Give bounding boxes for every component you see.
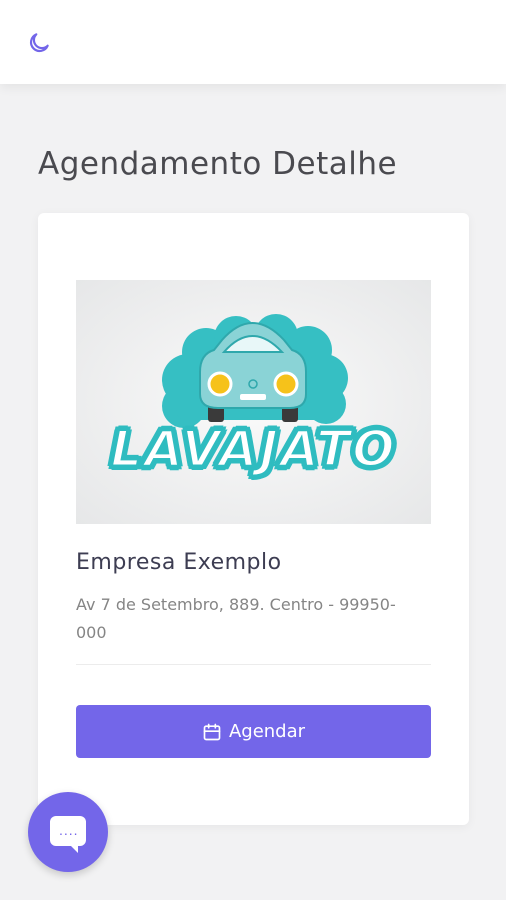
page-title: Agendamento Detalhe [38,146,398,182]
chat-dots: .... [59,822,79,838]
calendar-icon [203,723,221,740]
chat-icon: .... [50,816,86,853]
company-name: Empresa Exemplo [76,550,282,575]
chat-launcher-button[interactable]: .... [28,792,108,872]
company-card: LAVAJATO Empresa Exemplo Av 7 de Setembr… [38,213,469,825]
car-wash-logo [162,314,348,428]
divider [76,664,431,665]
schedule-button[interactable]: Agendar [76,705,431,758]
company-address: Av 7 de Setembro, 889. Centro - 99950-00… [76,595,396,642]
moon-icon[interactable] [26,30,52,56]
company-image: LAVAJATO [76,280,431,524]
top-bar [0,0,506,84]
schedule-button-label: Agendar [228,721,306,742]
logo-text: LAVAJATO [109,419,397,480]
